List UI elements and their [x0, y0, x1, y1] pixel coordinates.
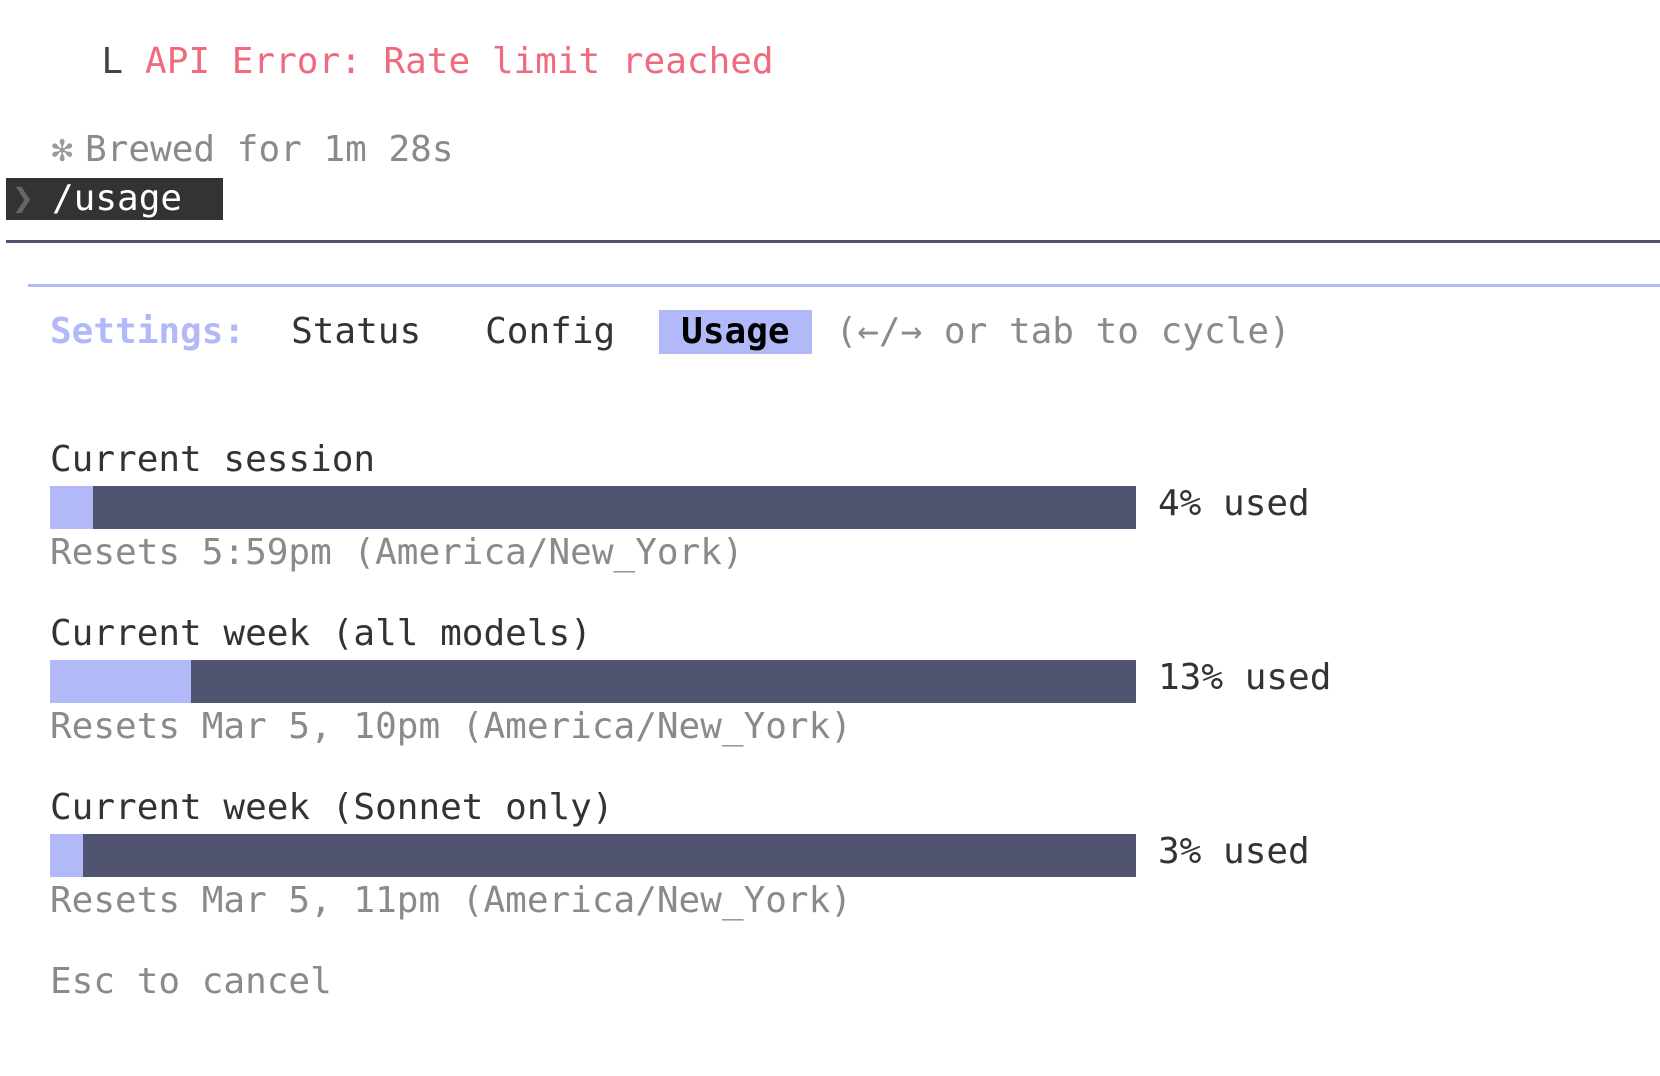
tree-corner-glyph: L: [101, 41, 124, 82]
usage-reset-text: Resets Mar 5, 10pm (America/New_York): [50, 706, 852, 747]
tab-cycle-hint: (←/→ or tab to cycle): [835, 311, 1291, 352]
usage-progress-bar: [50, 660, 1136, 703]
usage-percent-text: 4% used: [1158, 483, 1310, 524]
usage-label: Current week (Sonnet only): [50, 787, 614, 828]
usage-progress-fill: [50, 486, 94, 529]
prompt-chevron-icon: ❯: [12, 178, 34, 219]
usage-label: Current week (all models): [50, 613, 592, 654]
settings-tab-bar: Settings: Status Config Usage (←/→ or ta…: [50, 310, 1291, 354]
tab-usage[interactable]: Usage: [659, 310, 812, 354]
usage-reset-text: Resets Mar 5, 11pm (America/New_York): [50, 880, 852, 921]
brew-status-text: Brewed for 1m 28s: [85, 129, 454, 170]
api-error-message: API Error: Rate limit reached: [145, 41, 774, 82]
usage-reset-text: Resets 5:59pm (America/New_York): [50, 532, 744, 573]
divider-dark: [6, 240, 1660, 243]
command-prompt: ❯ /usage: [6, 178, 223, 220]
esc-cancel-hint: Esc to cancel: [50, 961, 332, 1002]
usage-progress-fill: [50, 660, 192, 703]
tab-status[interactable]: Status: [291, 314, 421, 350]
brew-status-line: ✻ Brewed for 1m 28s: [8, 96, 454, 170]
settings-panel-top-border: [28, 284, 1660, 287]
usage-section-session: Current session 4% used Resets 5:59pm (A…: [50, 439, 1310, 573]
usage-percent-text: 13% used: [1158, 657, 1332, 698]
usage-percent-text: 3% used: [1158, 831, 1310, 872]
api-error-line: L API Error: Rate limit reached: [58, 8, 774, 82]
tab-config[interactable]: Config: [485, 314, 615, 350]
usage-section-week-sonnet: Current week (Sonnet only) 3% used Reset…: [50, 787, 1310, 921]
prompt-command-text: /usage: [52, 178, 183, 219]
usage-label: Current session: [50, 439, 376, 480]
usage-progress-bar: [50, 486, 1136, 529]
asterisk-spinner-icon: ✻: [51, 129, 74, 170]
usage-section-week-all: Current week (all models) 13% used Reset…: [50, 613, 1331, 747]
usage-progress-fill: [50, 834, 83, 877]
usage-progress-bar: [50, 834, 1136, 877]
settings-label: Settings:: [50, 311, 246, 352]
